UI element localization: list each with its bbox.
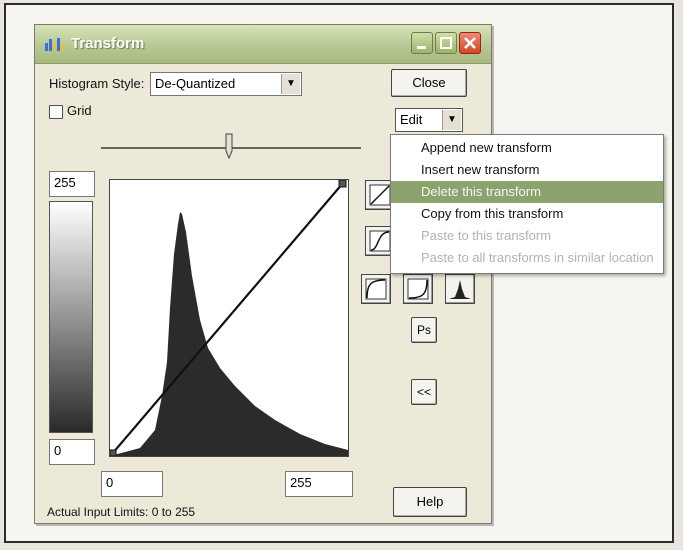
app-icon [45,38,64,51]
menu-item-insert-new-transform[interactable]: Insert new transform [391,159,663,181]
chevron-down-icon: ▼ [281,74,300,94]
minimize-icon [417,46,426,49]
output-gradient-bar [49,201,93,433]
menu-item-copy-from-this-transform[interactable]: Copy from this transform [391,203,663,225]
help-button[interactable]: Help [393,487,467,517]
histogram-style-label: Histogram Style: [49,76,145,91]
curve-start-handle[interactable] [109,449,117,457]
close-window-button[interactable] [459,32,481,54]
edit-label: Edit [400,112,423,127]
curve-end-handle[interactable] [338,179,347,188]
histogram-peak-icon [449,280,471,299]
edit-dropdown[interactable]: Edit ▼ [395,108,463,132]
input-max-field[interactable]: 255 [285,471,353,497]
concave-curve-button[interactable] [361,274,391,304]
maximize-icon [440,37,452,49]
menu-item-append-new-transform[interactable]: Append new transform [391,137,663,159]
output-min-field[interactable]: 0 [49,439,95,465]
output-max-field[interactable]: 255 [49,171,95,197]
edit-menu: Append new transform Insert new transfor… [390,134,664,274]
menu-item-delete-this-transform[interactable]: Delete this transform [391,181,663,203]
histogram-style-select[interactable]: De-Quantized ▼ [150,72,302,96]
histogram-style-value: De-Quantized [155,76,236,91]
chevron-down-icon: ▼ [442,110,461,130]
close-button[interactable]: Close [391,69,467,97]
ps-button[interactable]: Ps [411,317,437,343]
minimize-button[interactable] [411,32,433,54]
maximize-button[interactable] [435,32,457,54]
window-title: Transform [71,35,145,52]
grid-checkbox[interactable] [49,105,63,119]
input-min-field[interactable]: 0 [101,471,163,497]
histogram-plot[interactable] [109,179,349,457]
histogram-area [110,212,348,456]
transform-window: Transform Histogram Style: De-Quantized … [34,24,492,524]
histogram-graph [109,179,348,457]
title-bar[interactable]: Transform [35,25,491,64]
convex-curve-button[interactable] [403,274,433,304]
slider-thumb[interactable] [225,133,233,159]
actual-input-limits: Actual Input Limits: 0 to 255 [47,505,196,519]
convex-curve-icon [407,278,429,300]
concave-curve-icon [365,278,387,300]
collapse-button[interactable]: << [411,379,437,405]
close-icon [464,37,476,49]
histogram-peak-button[interactable] [445,274,475,304]
grid-label: Grid [67,103,92,118]
menu-item-paste-to-all-transforms: Paste to all transforms in similar locat… [421,250,654,265]
menu-item-paste-to-this-transform: Paste to this transform [421,228,552,243]
